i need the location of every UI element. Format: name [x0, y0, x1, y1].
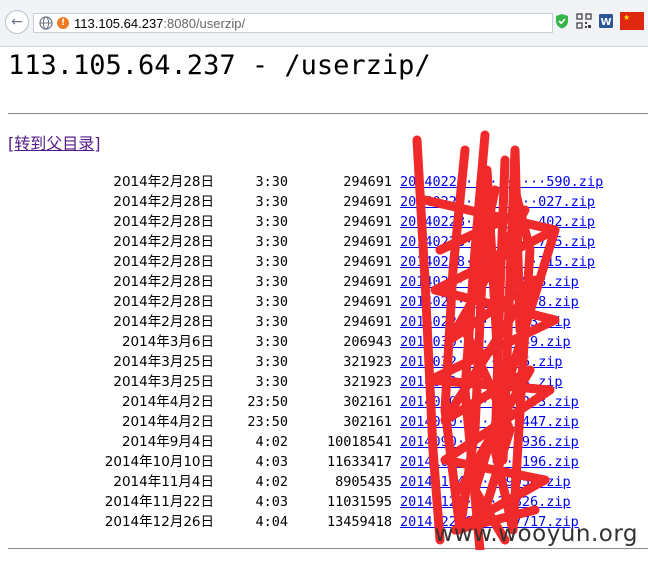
file-size: 11633417 [326, 454, 392, 470]
file-size: 294691 [343, 194, 392, 210]
file-date: 2014年10月10日 [104, 454, 214, 470]
back-arrow-icon[interactable]: ← [5, 10, 29, 34]
file-size: 321923 [343, 354, 392, 370]
file-date: 2014年4月2日 [121, 394, 214, 410]
url-host: 113.105.64.237 [74, 15, 164, 31]
browser-toolbar: ← ! 113.105.64.237:8080/userzip/ W ★ [0, 0, 648, 47]
file-time: 3:30 [255, 354, 288, 370]
file-time: 3:30 [255, 334, 288, 350]
shield-icon[interactable] [554, 13, 570, 29]
file-time: 3:30 [255, 254, 288, 270]
file-size: 294691 [343, 234, 392, 250]
file-size: 294691 [343, 214, 392, 230]
file-date: 2014年12月26日 [104, 514, 214, 530]
file-size: 11031595 [326, 494, 392, 510]
page-title: 113.105.64.237 - /userzip/ [8, 50, 431, 81]
file-time: 4:04 [255, 514, 288, 530]
file-size: 206943 [343, 334, 392, 350]
svg-text:W: W [600, 17, 611, 28]
file-date: 2014年2月28日 [113, 214, 214, 230]
file-time: 3:30 [255, 374, 288, 390]
file-size: 10018541 [326, 434, 392, 450]
file-date: 2014年4月2日 [121, 414, 214, 430]
china-flag-icon[interactable]: ★ [620, 12, 644, 30]
top-divider [8, 113, 648, 114]
file-date: 2014年2月28日 [113, 314, 214, 330]
file-time: 3:30 [255, 314, 288, 330]
file-date: 2014年11月4日 [113, 474, 214, 490]
file-size: 302161 [343, 414, 392, 430]
file-size: 294691 [343, 294, 392, 310]
redaction-scribble [412, 130, 560, 550]
globe-icon [39, 16, 53, 30]
file-time: 3:30 [255, 234, 288, 250]
parent-directory-link[interactable]: [转到父目录] [8, 130, 101, 154]
file-size: 321923 [343, 374, 392, 390]
address-bar[interactable]: ! 113.105.64.237:8080/userzip/ [33, 13, 553, 33]
file-time: 3:30 [255, 174, 288, 190]
file-time: 23:50 [247, 414, 288, 430]
file-time: 3:30 [255, 194, 288, 210]
toolbar-icons: W ★ [554, 12, 644, 30]
file-size: 13459418 [326, 514, 392, 530]
file-time: 23:50 [247, 394, 288, 410]
file-size: 8905435 [335, 474, 392, 490]
file-date: 2014年2月28日 [113, 174, 214, 190]
wooyun-watermark: www.wooyun.org [434, 521, 638, 547]
file-date: 2014年3月25日 [113, 374, 214, 390]
file-date: 2014年2月28日 [113, 254, 214, 270]
file-date: 2014年2月28日 [113, 274, 214, 290]
file-date: 2014年2月28日 [113, 234, 214, 250]
file-time: 4:02 [255, 434, 288, 450]
file-size: 294691 [343, 314, 392, 330]
file-date: 2014年2月28日 [113, 294, 214, 310]
file-time: 3:30 [255, 294, 288, 310]
file-time: 4:02 [255, 474, 288, 490]
file-date: 2014年11月22日 [104, 494, 214, 510]
qr-code-icon[interactable] [576, 13, 592, 29]
word-icon[interactable]: W [598, 13, 614, 29]
file-date: 2014年2月28日 [113, 194, 214, 210]
file-size: 302161 [343, 394, 392, 410]
file-time: 3:30 [255, 274, 288, 290]
file-date: 2014年3月25日 [113, 354, 214, 370]
url-path: :8080/userzip/ [163, 15, 246, 31]
file-size: 294691 [343, 174, 392, 190]
warning-icon[interactable]: ! [57, 17, 69, 29]
file-date: 2014年9月4日 [121, 434, 214, 450]
file-time: 3:30 [255, 214, 288, 230]
file-size: 294691 [343, 274, 392, 290]
file-time: 4:03 [255, 454, 288, 470]
file-size: 294691 [343, 254, 392, 270]
file-time: 4:03 [255, 494, 288, 510]
file-date: 2014年3月6日 [121, 334, 214, 350]
